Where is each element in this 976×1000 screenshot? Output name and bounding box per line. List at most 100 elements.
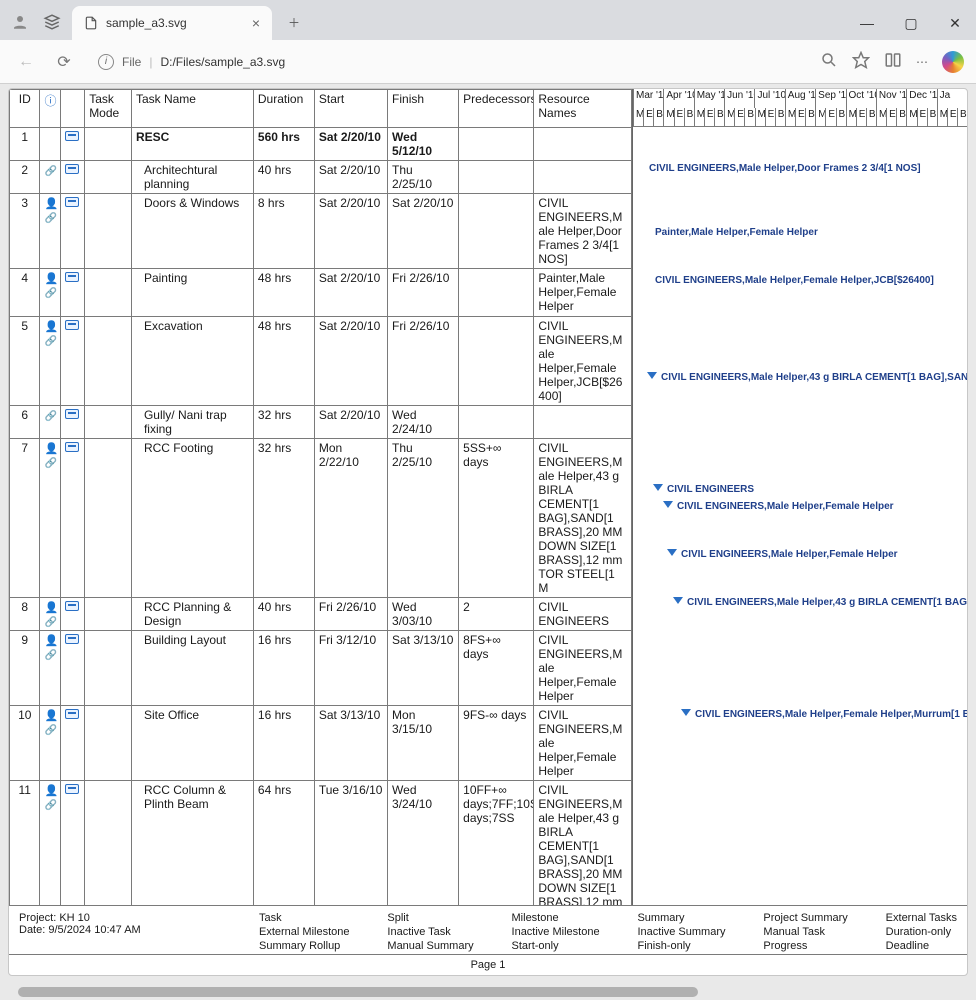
gantt-marker-icon [673,597,683,604]
cell-mode-icon [60,631,84,706]
task-row[interactable]: 7👤🔗RCC Footing32 hrsMon 2/22/10Thu 2/25/… [10,439,632,598]
horizontal-scrollbar[interactable] [0,984,976,1000]
document-viewport: ID ⓘ Task Mode Task Name Duration Start … [8,88,968,976]
profile-icon[interactable] [8,10,32,34]
cell-start: Sat 2/20/10 [314,317,387,406]
gantt-bar-row: CIVIL ENGINEERS [633,484,967,495]
scrollbar-thumb[interactable] [18,987,698,997]
gantt-bar-label: CIVIL ENGINEERS,Male Helper,Female Helpe… [655,275,934,286]
legend-item: Task [259,912,350,924]
col-id[interactable]: ID [10,90,40,128]
cell-mode [85,161,132,194]
cell-name: Architechtural planning [131,161,253,194]
col-ind2[interactable] [60,90,84,128]
col-start[interactable]: Start [314,90,387,128]
task-row[interactable]: 10👤🔗Site Office16 hrsSat 3/13/10Mon 3/15… [10,706,632,781]
site-info-icon[interactable]: i [98,54,114,70]
cell-resources: CIVIL ENGINEERS,Male Helper,Door Frames … [534,194,632,269]
cell-mode [85,631,132,706]
cell-mode [85,406,132,439]
split-screen-icon[interactable] [884,51,902,72]
cell-finish: Fri 2/26/10 [388,317,459,406]
zoom-icon[interactable] [820,51,838,72]
cell-id: 11 [10,781,40,906]
workspaces-icon[interactable] [40,10,64,34]
cell-start: Sat 2/20/10 [314,128,387,161]
gantt-marker-icon [663,501,673,508]
legend-item: Inactive Summary [637,926,725,938]
tab-close-icon[interactable]: × [252,15,260,31]
legend-item: Progress [763,940,847,952]
cell-id: 6 [10,406,40,439]
window-controls: — ▢ ✕ [854,15,968,32]
cell-mode-icon [60,406,84,439]
back-button[interactable]: ← [12,48,40,76]
task-row[interactable]: 3👤🔗Doors & Windows8 hrsSat 2/20/10Sat 2/… [10,194,632,269]
cell-id: 10 [10,706,40,781]
cell-name: Building Layout [131,631,253,706]
cell-duration: 8 hrs [253,194,314,269]
cell-id: 8 [10,598,40,631]
browser-tab[interactable]: sample_a3.svg × [72,6,272,40]
cell-mode-icon [60,194,84,269]
task-row[interactable]: 1RESC560 hrsSat 2/20/10Wed 5/12/10 [10,128,632,161]
gantt-bar-row: CIVIL ENGINEERS,Male Helper,43 g BIRLA C… [633,597,967,608]
gantt-bar-label: CIVIL ENGINEERS,Male Helper,Door Frames … [649,163,921,174]
legend-item: Project Summary [763,912,847,924]
task-row[interactable]: 8👤🔗RCC Planning & Design40 hrsFri 2/26/1… [10,598,632,631]
cell-id: 2 [10,161,40,194]
cell-finish: Wed 3/24/10 [388,781,459,906]
cell-finish: Wed 5/12/10 [388,128,459,161]
col-dur[interactable]: Duration [253,90,314,128]
gantt-marker-icon [667,549,677,556]
cell-indicator: 👤🔗 [40,631,60,706]
close-button[interactable]: ✕ [942,15,968,32]
task-row[interactable]: 9👤🔗Building Layout16 hrsFri 3/12/10Sat 3… [10,631,632,706]
cell-predecessors [459,128,534,161]
col-info[interactable]: ⓘ [40,90,60,128]
cell-resources: CIVIL ENGINEERS,Male Helper,Female Helpe… [534,317,632,406]
cell-duration: 40 hrs [253,161,314,194]
col-name[interactable]: Task Name [131,90,253,128]
cell-mode-icon [60,439,84,598]
more-icon[interactable]: ⋯ [916,55,928,69]
gantt-bar-row: CIVIL ENGINEERS,Male Helper,43 g BIRLA C… [633,372,967,383]
cell-duration: 48 hrs [253,317,314,406]
cell-duration: 560 hrs [253,128,314,161]
col-finish[interactable]: Finish [388,90,459,128]
minimize-button[interactable]: — [854,15,880,32]
gantt-bar-label: CIVIL ENGINEERS,Male Helper,43 g BIRLA C… [661,372,967,383]
address-bar[interactable]: i File | D:/Files/sample_a3.svg [88,50,810,74]
address-scheme: File [122,55,141,69]
cell-predecessors [459,194,534,269]
refresh-button[interactable]: ⟳ [50,48,78,76]
task-row[interactable]: 6🔗Gully/ Nani trap fixing32 hrsSat 2/20/… [10,406,632,439]
new-tab-button[interactable]: ＋ [280,8,308,36]
task-row[interactable]: 11👤🔗RCC Column & Plinth Beam64 hrsTue 3/… [10,781,632,906]
maximize-button[interactable]: ▢ [898,15,924,32]
legend-item: Manual Task [763,926,847,938]
col-res[interactable]: Resource Names [534,90,632,128]
legend-item: Milestone [512,912,600,924]
legend-item: Summary Rollup [259,940,350,952]
cell-predecessors: 10FF+∞ days;7FF;10SS+∞ days;7SS [459,781,534,906]
task-row[interactable]: 4👤🔗Painting48 hrsSat 2/20/10Fri 2/26/10P… [10,269,632,317]
copilot-icon[interactable] [942,51,964,73]
col-mode[interactable]: Task Mode [85,90,132,128]
legend-column: Project Summary Manual Task Progress [763,912,847,952]
legend-item: Manual Summary [387,940,473,952]
gantt-marker-icon [681,709,691,716]
cell-resources [534,161,632,194]
cell-indicator [40,128,60,161]
cell-finish: Sat 3/13/10 [388,631,459,706]
cell-indicator: 👤🔗 [40,598,60,631]
cell-id: 1 [10,128,40,161]
cell-mode-icon [60,781,84,906]
task-row[interactable]: 2🔗Architechtural planning40 hrsSat 2/20/… [10,161,632,194]
cell-duration: 64 hrs [253,781,314,906]
task-row[interactable]: 5👤🔗Excavation48 hrsSat 2/20/10Fri 2/26/1… [10,317,632,406]
gantt-timescale-top: Mar '10Apr '10May '10Jun '10Jul '10Aug '… [633,89,967,108]
cell-indicator: 👤🔗 [40,781,60,906]
col-pred[interactable]: Predecessors [459,90,534,128]
favorite-icon[interactable] [852,51,870,72]
